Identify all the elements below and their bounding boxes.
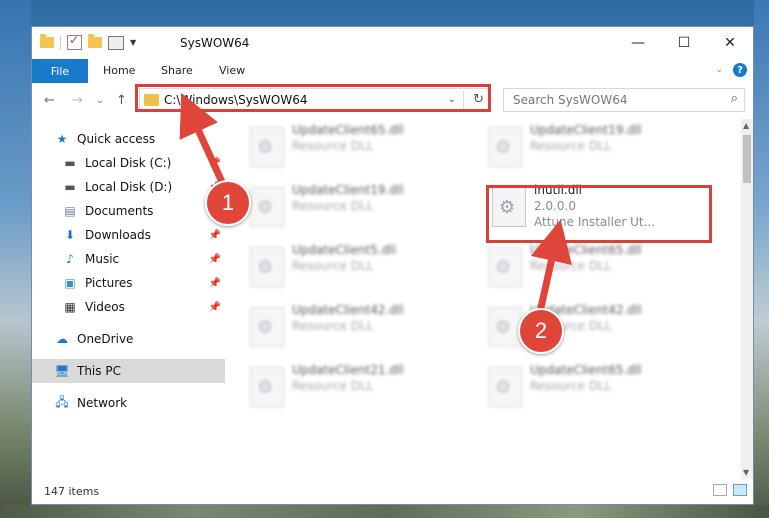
step-badge-1: 1: [205, 180, 251, 226]
arrow-to-inutil-file: [530, 219, 572, 313]
arrow-to-address-bar: [179, 92, 226, 184]
annotation-arrows: [179, 92, 572, 313]
step-badge-2: 2: [518, 308, 564, 354]
